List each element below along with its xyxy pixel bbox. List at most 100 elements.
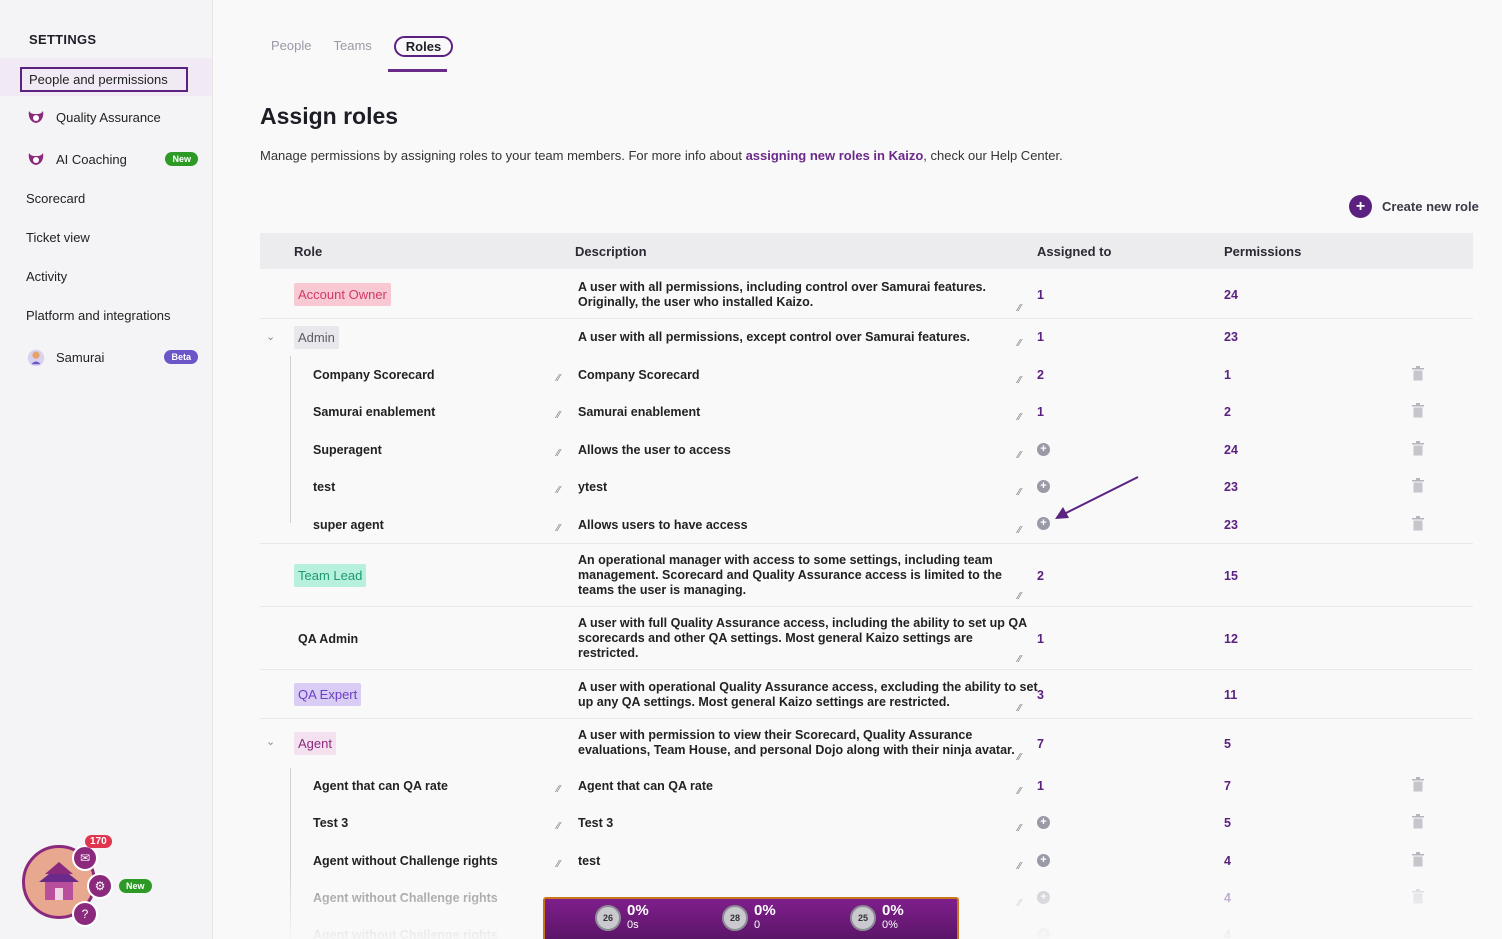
trash-icon[interactable] — [1412, 478, 1424, 493]
edit-icon[interactable]: ⁄⁄ — [557, 524, 566, 534]
table-row[interactable]: Samurai enablement ⁄⁄ Samurai enablement… — [260, 393, 1473, 430]
tab-people[interactable]: People — [271, 38, 311, 57]
edit-icon[interactable]: ⁄⁄ — [557, 486, 566, 496]
edit-icon[interactable]: ⁄⁄ — [1018, 899, 1027, 909]
table-row[interactable]: Test 3 ⁄⁄ Test 3 ⁄⁄ + 5 — [260, 804, 1473, 842]
edit-icon[interactable]: ⁄⁄ — [557, 411, 566, 421]
table-row[interactable]: Team Lead An operational manager with ac… — [260, 544, 1473, 607]
table-row[interactable]: super agent ⁄⁄ Allows users to have acce… — [260, 505, 1473, 544]
permissions-count[interactable]: 4 — [1224, 854, 1231, 868]
table-row[interactable]: ⌄ Agent A user with permission to view t… — [260, 719, 1473, 767]
assign-plus-icon[interactable]: + — [1037, 480, 1050, 493]
assign-plus-icon[interactable]: + — [1037, 854, 1050, 867]
table-row[interactable]: QA Admin A user with full Quality Assura… — [260, 607, 1473, 670]
sidebar-item-platform-and-integrations[interactable]: Platform and integrations — [26, 308, 171, 323]
assigned-count[interactable]: 3 — [1037, 688, 1044, 702]
edit-icon[interactable]: ⁄⁄ — [1018, 592, 1027, 602]
assigned-count[interactable]: 1 — [1037, 288, 1044, 302]
edit-icon[interactable]: ⁄⁄ — [557, 822, 566, 832]
sidebar-item-samurai[interactable]: Samurai Beta — [26, 347, 198, 367]
edit-icon[interactable]: ⁄⁄ — [1018, 655, 1027, 665]
assign-plus-icon[interactable]: + — [1037, 891, 1050, 904]
edit-icon[interactable]: ⁄⁄ — [1018, 376, 1027, 386]
stats-bar[interactable]: 26 0% 0s 28 0% 0 25 0% 0% — [543, 897, 959, 939]
help-center-link[interactable]: assigning new roles in Kaizo — [746, 148, 924, 163]
tab-roles[interactable]: Roles — [393, 36, 454, 57]
edit-icon[interactable]: ⁄⁄ — [1018, 787, 1027, 797]
permissions-count[interactable]: 12 — [1224, 632, 1238, 646]
chevron-down-icon[interactable]: ⌄ — [266, 735, 275, 748]
trash-icon[interactable] — [1412, 403, 1424, 418]
edit-icon[interactable]: ⁄⁄ — [557, 374, 566, 384]
tab-teams[interactable]: Teams — [333, 38, 371, 57]
edit-icon[interactable]: ⁄⁄ — [1018, 451, 1027, 461]
assign-plus-icon[interactable]: + — [1037, 443, 1050, 456]
trash-icon[interactable] — [1412, 777, 1424, 792]
edit-icon[interactable]: ⁄⁄ — [1018, 753, 1027, 763]
trash-icon[interactable] — [1412, 814, 1424, 829]
assigned-count[interactable]: 1 — [1037, 632, 1044, 646]
permissions-count[interactable]: 2 — [1224, 405, 1231, 419]
table-row[interactable]: Account Owner A user with all permission… — [260, 270, 1473, 319]
permissions-count[interactable]: 5 — [1224, 737, 1231, 751]
permissions-count[interactable]: 4 — [1224, 891, 1231, 905]
help-button[interactable]: ? — [72, 901, 98, 927]
permissions-count[interactable]: 24 — [1224, 443, 1238, 457]
table-row[interactable]: Agent without Challenge rights ⁄⁄ test ⁄… — [260, 842, 1473, 879]
sidebar-item-quality-assurance[interactable]: Quality Assurance — [26, 107, 161, 127]
widget-settings-button[interactable]: ⚙ — [87, 873, 113, 899]
edit-icon[interactable]: ⁄⁄ — [1018, 488, 1027, 498]
table-row[interactable]: ⌄ Admin A user with all permissions, exc… — [260, 319, 1473, 355]
permissions-count[interactable]: 1 — [1224, 368, 1231, 382]
create-new-role-button[interactable]: + Create new role — [1349, 195, 1479, 218]
trash-icon[interactable] — [1412, 889, 1424, 904]
table-row[interactable]: Company Scorecard ⁄⁄ Company Scorecard ⁄… — [260, 356, 1473, 393]
sidebar-item-ai-coaching[interactable]: AI Coaching New — [26, 149, 198, 169]
edit-icon[interactable]: ⁄⁄ — [1018, 526, 1027, 536]
permissions-count[interactable]: 11 — [1224, 688, 1237, 702]
trash-icon[interactable] — [1412, 852, 1424, 867]
table-row[interactable]: test ⁄⁄ ytest ⁄⁄ + 23 — [260, 468, 1473, 505]
table-row[interactable]: QA Expert A user with operational Qualit… — [260, 670, 1473, 719]
page-title: Assign roles — [260, 103, 399, 129]
edit-icon[interactable]: ⁄⁄ — [1018, 824, 1027, 834]
table-row[interactable]: Agent that can QA rate ⁄⁄ Agent that can… — [260, 767, 1473, 804]
permissions-count[interactable]: 23 — [1224, 518, 1238, 532]
sidebar-item-scorecard[interactable]: Scorecard — [26, 191, 85, 206]
chevron-down-icon[interactable]: ⌄ — [266, 330, 275, 343]
assigned-count[interactable]: 1 — [1037, 779, 1044, 793]
edit-icon[interactable]: ⁄⁄ — [1018, 704, 1027, 714]
edit-icon[interactable]: ⁄⁄ — [557, 785, 566, 795]
sub-role-name: super agent — [313, 518, 384, 532]
trash-icon[interactable] — [1412, 441, 1424, 456]
trash-icon[interactable] — [1412, 366, 1424, 381]
assigned-count[interactable]: 1 — [1037, 405, 1044, 419]
permissions-count[interactable]: 4 — [1224, 928, 1231, 939]
sidebar-item-ticket-view[interactable]: Ticket view — [26, 230, 90, 245]
table-row[interactable]: Superagent ⁄⁄ Allows the user to access … — [260, 430, 1473, 468]
sidebar-item-people-and-permissions[interactable]: People and permissions — [20, 67, 188, 92]
assigned-count[interactable]: 2 — [1037, 569, 1044, 583]
permissions-count[interactable]: 24 — [1224, 288, 1238, 302]
permissions-count[interactable]: 15 — [1224, 569, 1238, 583]
sidebar-item-activity[interactable]: Activity — [26, 269, 67, 284]
edit-icon[interactable]: ⁄⁄ — [1018, 304, 1027, 314]
assign-plus-icon[interactable]: + — [1037, 517, 1050, 530]
edit-icon[interactable]: ⁄⁄ — [1018, 339, 1027, 349]
trash-icon[interactable] — [1412, 516, 1424, 531]
permissions-count[interactable]: 23 — [1224, 480, 1238, 494]
permissions-count[interactable]: 5 — [1224, 816, 1231, 830]
assigned-count[interactable]: 1 — [1037, 330, 1044, 344]
edit-icon[interactable]: ⁄⁄ — [557, 449, 566, 459]
edit-icon[interactable]: ⁄⁄ — [557, 860, 566, 870]
edit-icon[interactable]: ⁄⁄ — [1018, 862, 1027, 872]
inbox-button[interactable]: ✉ — [72, 845, 98, 871]
edit-icon[interactable]: ⁄⁄ — [1018, 413, 1027, 423]
assign-plus-icon[interactable]: + — [1037, 928, 1050, 939]
assigned-count[interactable]: 7 — [1037, 737, 1044, 751]
role-description: A user with operational Quality Assuranc… — [578, 680, 1038, 710]
permissions-count[interactable]: 23 — [1224, 330, 1238, 344]
assign-plus-icon[interactable]: + — [1037, 816, 1050, 829]
assigned-count[interactable]: 2 — [1037, 368, 1044, 382]
permissions-count[interactable]: 7 — [1224, 779, 1231, 793]
